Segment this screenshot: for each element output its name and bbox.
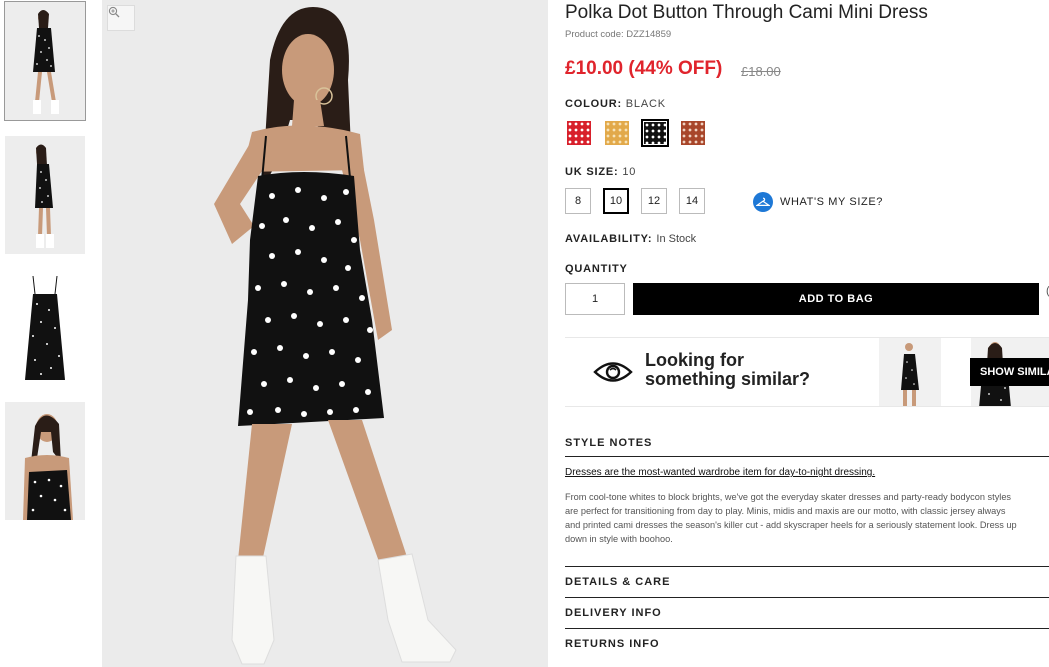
add-to-bag-button[interactable]: ADD TO BAG xyxy=(633,283,1039,315)
find-similar-banner[interactable]: Looking for something similar? SHOW SIMI… xyxy=(565,337,1049,407)
colour-swatch-red[interactable] xyxy=(565,119,593,147)
style-notes-divider xyxy=(565,456,1049,457)
colour-swatch-mustard[interactable] xyxy=(603,119,631,147)
thumbnail-1[interactable] xyxy=(4,1,86,121)
whats-my-size-label: WHAT'S MY SIZE? xyxy=(780,196,883,208)
similar-line-1: Looking for xyxy=(645,350,744,370)
colour-swatch-black[interactable] xyxy=(641,119,669,147)
colour-value: BLACK xyxy=(625,98,666,110)
whats-my-size-link[interactable]: WHAT'S MY SIZE? xyxy=(753,192,883,212)
style-notes-line: From cool-tone whites to block brights, … xyxy=(565,492,1012,502)
delivery-info-heading[interactable]: DELIVERY INFO xyxy=(565,607,662,619)
zoom-button[interactable] xyxy=(107,5,135,31)
size-option-8[interactable]: 8 xyxy=(565,188,591,214)
availability-label: AVAILABILITY: xyxy=(565,233,653,245)
hanger-icon xyxy=(753,192,773,212)
similar-image-1 xyxy=(879,338,941,406)
style-notes-line: down in style with boohoo. xyxy=(565,534,673,544)
returns-info-heading[interactable]: RETURNS INFO xyxy=(565,638,660,650)
product-title: Polka Dot Button Through Cami Mini Dress xyxy=(565,2,928,23)
thumbnail-4[interactable] xyxy=(5,402,85,520)
similar-line-2: something similar? xyxy=(645,369,811,389)
quantity-label: QUANTITY xyxy=(565,263,628,275)
size-label: UK SIZE: 10 xyxy=(565,166,636,178)
original-price: £18.00 xyxy=(741,64,781,79)
thumbnail-3[interactable] xyxy=(5,270,85,388)
size-option-14[interactable]: 14 xyxy=(679,188,705,214)
size-value: 10 xyxy=(622,166,637,178)
show-similar-button[interactable]: SHOW SIMILA xyxy=(970,358,1049,386)
size-option-12[interactable]: 12 xyxy=(641,188,667,214)
main-product-image[interactable] xyxy=(102,0,548,667)
thumbnail-dress-flat-image xyxy=(5,270,85,388)
thumbnail-model-side-image xyxy=(5,136,85,254)
quantity-label-text: QUANTITY xyxy=(565,263,628,275)
thumbnail-2[interactable] xyxy=(5,136,85,254)
style-notes-body: From cool-tone whites to block brights, … xyxy=(565,490,1049,548)
details-divider xyxy=(565,566,1049,567)
size-label-text: UK SIZE: xyxy=(565,166,619,178)
style-notes-line: and printed cami dresses the season's ki… xyxy=(565,520,1017,530)
thumbnail-model-front-image xyxy=(5,2,85,120)
eye-icon xyxy=(593,359,633,390)
swatch-fill xyxy=(605,121,629,145)
similar-heading: Looking for something similar? xyxy=(645,351,810,389)
availability-value: In Stock xyxy=(656,233,697,245)
colour-label: COLOUR: BLACK xyxy=(565,98,666,110)
sale-price: £10.00 (44% OFF) xyxy=(565,58,723,79)
size-option-10[interactable]: 10 xyxy=(603,188,629,214)
delivery-divider xyxy=(565,597,1049,598)
style-notes-line: are perfect for transitioning from day t… xyxy=(565,506,1006,516)
size-options: 8 10 12 14 xyxy=(565,188,705,214)
swatch-fill xyxy=(567,121,591,145)
colour-swatch-rust[interactable] xyxy=(679,119,707,147)
thumbnail-model-closeup-image xyxy=(5,402,85,520)
returns-divider xyxy=(565,628,1049,629)
details-care-heading[interactable]: DETAILS & CARE xyxy=(565,576,670,588)
swatch-fill xyxy=(681,121,705,145)
quantity-input[interactable]: 1 xyxy=(565,283,625,315)
model-photo xyxy=(102,0,548,667)
style-notes-heading[interactable]: STYLE NOTES xyxy=(565,437,652,449)
product-code: Product code: DZZ14859 xyxy=(565,29,672,40)
swatch-fill xyxy=(644,122,666,144)
colour-swatches xyxy=(565,119,707,147)
colour-label-text: COLOUR: xyxy=(565,98,622,110)
style-notes-lead: Dresses are the most-wanted wardrobe ite… xyxy=(565,467,876,478)
availability: AVAILABILITY: In Stock xyxy=(565,233,696,245)
